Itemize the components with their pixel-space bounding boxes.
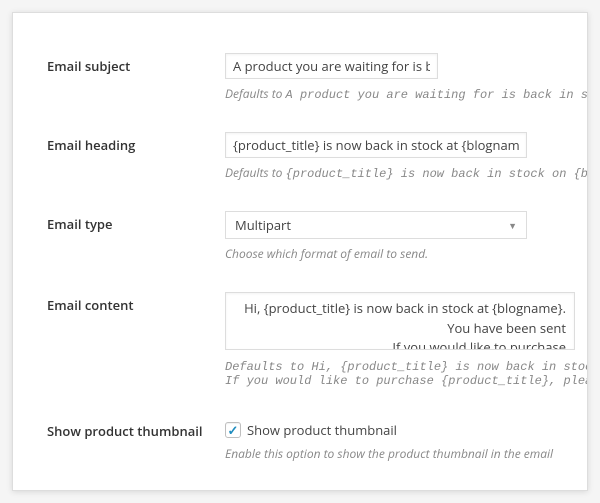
hint-code-line: Defaults to Hi, {product_title} is now b…: [225, 360, 587, 374]
email-type-select[interactable]: Multipart ▼: [225, 211, 527, 239]
show-thumbnail-checkbox[interactable]: ✓: [225, 422, 241, 438]
label-email-type: Email type: [47, 211, 225, 233]
control-email-heading: Defaults to {product_title} is now back …: [225, 132, 587, 181]
email-content-textarea[interactable]: Hi, {product_title} is now back in stock…: [225, 292, 575, 350]
email-subject-input[interactable]: [225, 53, 438, 79]
hint-email-heading: Defaults to {product_title} is now back …: [225, 164, 587, 181]
checkbox-row: ✓ Show product thumbnail: [225, 421, 587, 439]
row-email-heading: Email heading Defaults to {product_title…: [47, 132, 587, 181]
label-email-heading: Email heading: [47, 132, 225, 154]
hint-code-line: If you would like to purchase {product_t…: [225, 374, 587, 388]
control-email-content: Hi, {product_title} is now back in stock…: [225, 292, 587, 388]
hint-email-type: Choose which format of email to send.: [225, 245, 587, 262]
control-email-type: Multipart ▼ Choose which format of email…: [225, 211, 587, 262]
caret-down-icon: ▼: [508, 219, 517, 232]
row-email-type: Email type Multipart ▼ Choose which form…: [47, 211, 587, 262]
settings-panel: Email subject Defaults to A product you …: [12, 12, 588, 491]
hint-prefix: Defaults to: [225, 85, 286, 102]
control-show-thumbnail: ✓ Show product thumbnail Enable this opt…: [225, 418, 587, 462]
control-email-subject: Defaults to A product you are waiting fo…: [225, 53, 587, 102]
label-email-content: Email content: [47, 292, 225, 314]
hint-email-subject: Defaults to A product you are waiting fo…: [225, 85, 587, 102]
hint-prefix: Defaults to: [225, 164, 286, 181]
label-show-thumbnail: Show product thumbnail: [47, 418, 225, 440]
row-email-content: Email content Hi, {product_title} is now…: [47, 292, 587, 388]
hint-email-content: Defaults to Hi, {product_title} is now b…: [225, 360, 587, 388]
hint-code: A product you are waiting for is back in…: [286, 88, 587, 102]
label-email-subject: Email subject: [47, 53, 225, 75]
hint-code: {product_title} is now back in stock on …: [286, 167, 587, 181]
email-heading-input[interactable]: [225, 132, 527, 158]
row-show-thumbnail: Show product thumbnail ✓ Show product th…: [47, 418, 587, 462]
hint-show-thumbnail: Enable this option to show the product t…: [225, 445, 587, 462]
select-value: Multipart: [235, 216, 291, 234]
row-email-subject: Email subject Defaults to A product you …: [47, 53, 587, 102]
checkbox-label: Show product thumbnail: [247, 421, 397, 439]
